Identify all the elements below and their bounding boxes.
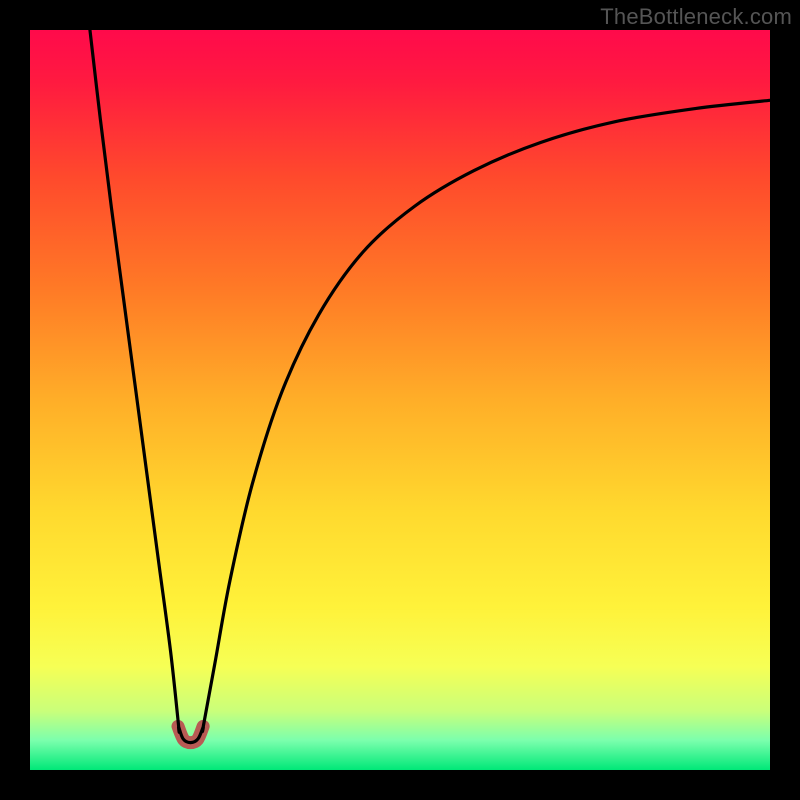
bottleneck-curve-chart <box>30 30 770 770</box>
watermark-text: TheBottleneck.com <box>600 4 792 30</box>
chart-frame: TheBottleneck.com <box>0 0 800 800</box>
plot-area <box>30 30 770 770</box>
gradient-background <box>30 30 770 770</box>
